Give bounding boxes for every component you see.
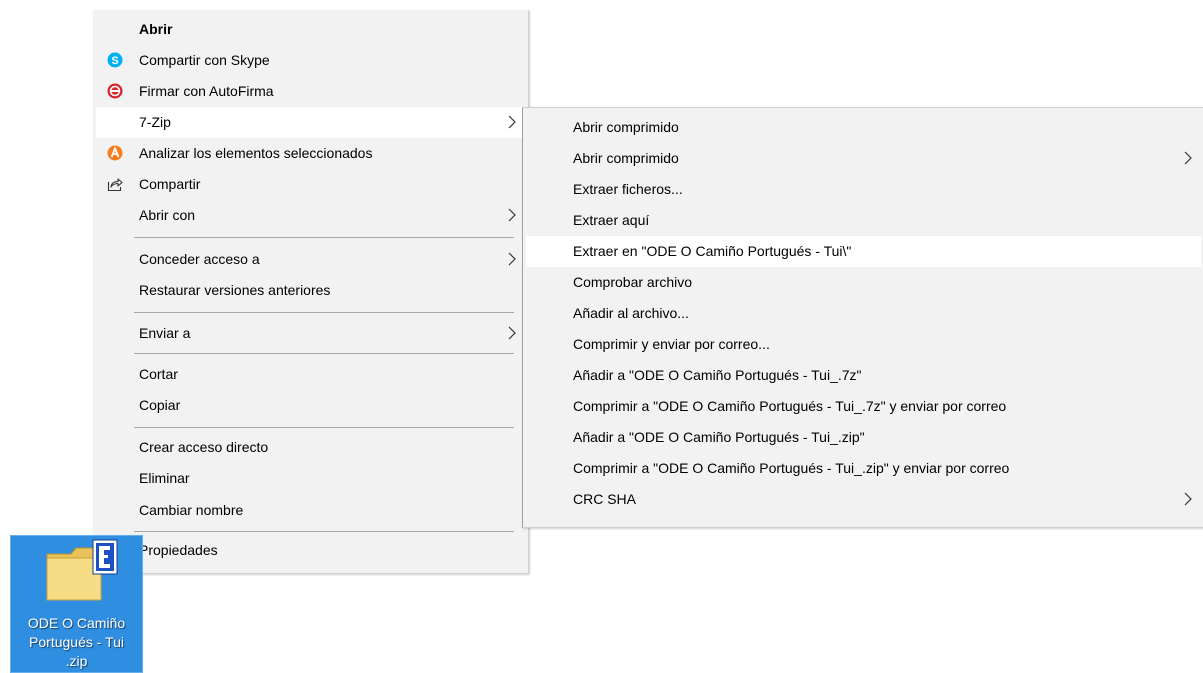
menu-item-cambiar-nombre[interactable]: Cambiar nombre xyxy=(96,495,525,526)
file-name-line: Portugués - Tui xyxy=(29,634,124,650)
menu-item-firmar-autofirma[interactable]: Firmar con AutoFirma xyxy=(96,76,525,107)
submenu-item-anadir-zip[interactable]: Añadir a "ODE O Camiño Portugués - Tui_.… xyxy=(526,422,1201,453)
avast-icon xyxy=(107,145,123,161)
menu-item-label: Firmar con AutoFirma xyxy=(139,83,274,99)
autofirma-icon xyxy=(107,83,123,99)
menu-item-label: Extraer en "ODE O Camiño Portugués - Tui… xyxy=(573,243,852,259)
menu-item-label: Comprimir a "ODE O Camiño Portugués - Tu… xyxy=(573,460,1010,476)
menu-item-restaurar-versiones[interactable]: Restaurar versiones anteriores xyxy=(96,275,525,306)
menu-item-analizar[interactable]: Analizar los elementos seleccionados xyxy=(96,138,525,169)
submenu-item-abrir-comprimido-sub[interactable]: Abrir comprimido xyxy=(526,143,1201,174)
menu-item-label: Extraer ficheros... xyxy=(573,181,683,197)
skype-icon: S xyxy=(107,52,123,68)
menu-separator xyxy=(134,237,514,238)
menu-item-abrir-con[interactable]: Abrir con xyxy=(96,200,525,231)
menu-item-label: CRC SHA xyxy=(573,491,637,507)
menu-item-label: Abrir comprimido xyxy=(573,150,679,166)
7zip-submenu: Abrir comprimido Abrir comprimido Extrae… xyxy=(522,107,1203,528)
menu-item-label: Añadir a "ODE O Camiño Portugués - Tui_.… xyxy=(573,367,862,383)
context-menu: Abrir S Compartir con Skype Firmar con A… xyxy=(93,10,529,574)
desktop-file-label: ODE O Camiño Portugués - Tui .zip xyxy=(11,614,142,671)
menu-item-label: Comprobar archivo xyxy=(573,274,693,290)
desktop-file-icon[interactable]: ODE O Camiño Portugués - Tui .zip xyxy=(10,535,143,673)
menu-item-enviar-a[interactable]: Enviar a xyxy=(96,318,525,349)
menu-item-cortar[interactable]: Cortar xyxy=(96,359,525,390)
menu-item-label: Crear acceso directo xyxy=(139,439,269,455)
chevron-right-icon xyxy=(1183,491,1193,507)
submenu-item-extraer-ficheros[interactable]: Extraer ficheros... xyxy=(526,174,1201,205)
share-icon xyxy=(107,176,123,192)
menu-item-propiedades[interactable]: Propiedades xyxy=(96,535,525,566)
submenu-item-extraer-aqui[interactable]: Extraer aquí xyxy=(526,205,1201,236)
menu-item-label: Abrir comprimido xyxy=(573,119,679,135)
menu-separator xyxy=(134,312,514,313)
menu-item-eliminar[interactable]: Eliminar xyxy=(96,463,525,494)
menu-item-label: Cambiar nombre xyxy=(139,502,244,518)
menu-item-label: Propiedades xyxy=(139,542,218,558)
chevron-right-icon xyxy=(1183,150,1193,166)
svg-text:S: S xyxy=(111,55,118,67)
menu-item-label: Conceder acceso a xyxy=(139,251,260,267)
menu-item-compartir-skype[interactable]: S Compartir con Skype xyxy=(96,45,525,76)
chevron-right-icon xyxy=(507,325,517,341)
menu-item-7zip[interactable]: 7-Zip xyxy=(96,107,525,138)
menu-item-conceder-acceso[interactable]: Conceder acceso a xyxy=(96,244,525,275)
menu-item-copiar[interactable]: Copiar xyxy=(96,390,525,421)
menu-separator xyxy=(134,353,514,354)
menu-item-label: Analizar los elementos seleccionados xyxy=(139,145,373,161)
submenu-item-comprobar-archivo[interactable]: Comprobar archivo xyxy=(526,267,1201,298)
menu-item-label: Enviar a xyxy=(139,325,191,341)
menu-item-label: Compartir con Skype xyxy=(139,52,270,68)
submenu-item-comprimir-enviar[interactable]: Comprimir y enviar por correo... xyxy=(526,329,1201,360)
menu-item-label: Extraer aquí xyxy=(573,212,650,228)
menu-item-label: Comprimir y enviar por correo... xyxy=(573,336,770,352)
submenu-item-crc-sha[interactable]: CRC SHA xyxy=(526,484,1201,515)
file-name-line: ODE O Camiño xyxy=(27,615,126,631)
chevron-right-icon xyxy=(507,251,517,267)
submenu-item-abrir-comprimido[interactable]: Abrir comprimido xyxy=(526,112,1201,143)
submenu-item-extraer-en[interactable]: Extraer en "ODE O Camiño Portugués - Tui… xyxy=(526,236,1201,267)
menu-item-label: Abrir xyxy=(139,21,173,37)
menu-item-label: Compartir xyxy=(139,176,201,192)
menu-item-compartir[interactable]: Compartir xyxy=(96,169,525,200)
menu-separator xyxy=(134,427,514,428)
submenu-item-comprimir-7z-enviar[interactable]: Comprimir a "ODE O Camiño Portugués - Tu… xyxy=(526,391,1201,422)
menu-item-label: Abrir con xyxy=(139,207,196,223)
chevron-right-icon xyxy=(507,207,517,223)
menu-item-label: Añadir al archivo... xyxy=(573,305,689,321)
menu-item-label: Cortar xyxy=(139,366,178,382)
menu-item-label: Copiar xyxy=(139,397,181,413)
menu-separator xyxy=(134,531,514,532)
menu-item-label: Eliminar xyxy=(139,470,190,486)
menu-item-label: 7-Zip xyxy=(139,114,171,130)
zip-folder-icon xyxy=(41,536,119,608)
menu-item-abrir[interactable]: Abrir xyxy=(96,14,525,45)
menu-item-label: Comprimir a "ODE O Camiño Portugués - Tu… xyxy=(573,398,1007,414)
menu-item-label: Añadir a "ODE O Camiño Portugués - Tui_.… xyxy=(573,429,865,445)
submenu-item-anadir-al-archivo[interactable]: Añadir al archivo... xyxy=(526,298,1201,329)
submenu-item-comprimir-zip-enviar[interactable]: Comprimir a "ODE O Camiño Portugués - Tu… xyxy=(526,453,1201,484)
file-name-line: .zip xyxy=(65,653,88,669)
submenu-item-anadir-7z[interactable]: Añadir a "ODE O Camiño Portugués - Tui_.… xyxy=(526,360,1201,391)
menu-item-label: Restaurar versiones anteriores xyxy=(139,282,331,298)
menu-item-crear-acceso-directo[interactable]: Crear acceso directo xyxy=(96,432,525,463)
chevron-right-icon xyxy=(507,114,517,130)
